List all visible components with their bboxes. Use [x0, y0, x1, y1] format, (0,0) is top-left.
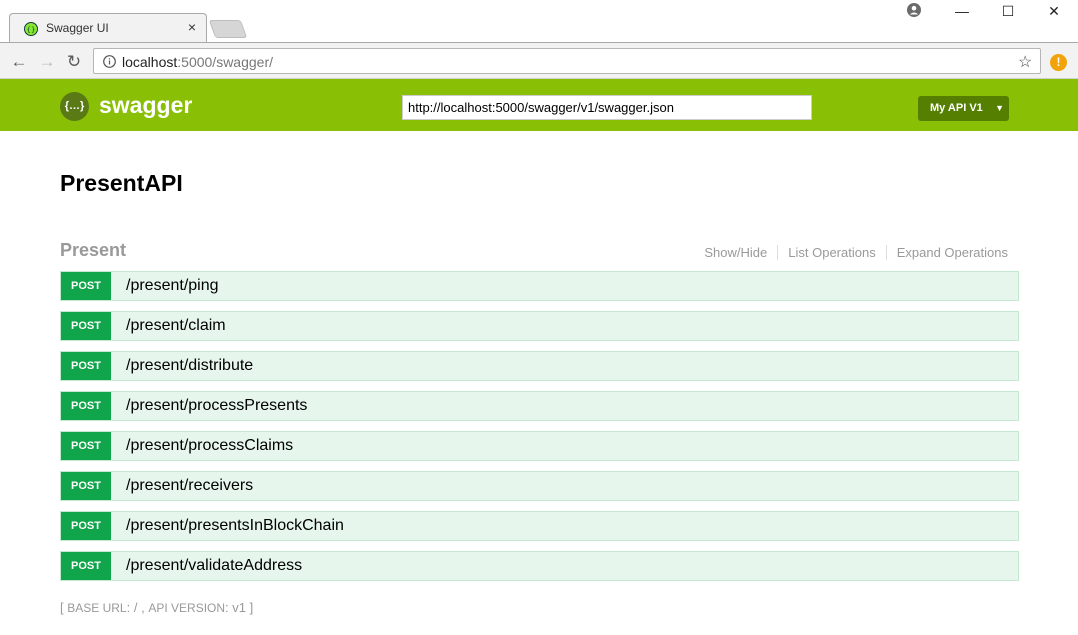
- api-version-label: Api Version: [148, 601, 226, 615]
- base-url-value: /: [133, 600, 138, 615]
- operation-path[interactable]: /present/ping: [126, 277, 219, 295]
- operation-path[interactable]: /present/claim: [126, 317, 226, 335]
- browser-tab[interactable]: {} Swagger UI ×: [9, 13, 207, 43]
- method-badge: POST: [61, 512, 111, 540]
- browser-toolbar: ← → ↻ localhost:5000/swagger/ ☆ !: [0, 42, 1078, 79]
- maximize-button[interactable]: ☐: [985, 0, 1031, 22]
- operation-row[interactable]: POST /present/ping: [60, 271, 1019, 301]
- tab-close-icon[interactable]: ×: [184, 19, 200, 35]
- operation-row[interactable]: POST /present/receivers: [60, 471, 1019, 501]
- svg-text:{}: {}: [27, 26, 36, 34]
- operation-path[interactable]: /present/receivers: [126, 477, 253, 495]
- swagger-header: {…} swagger My API V1 ▼: [0, 79, 1078, 131]
- browser-titlebar: {} Swagger UI × — ☐ ✕: [0, 0, 1078, 43]
- api-version-select-label: My API V1: [930, 102, 983, 114]
- swagger-logo-text[interactable]: swagger: [99, 92, 192, 119]
- url-text[interactable]: localhost:5000/swagger/: [122, 54, 273, 70]
- back-arrow-icon[interactable]: ←: [9, 52, 29, 72]
- address-bar[interactable]: localhost:5000/swagger/ ☆: [93, 48, 1041, 74]
- url-host: localhost: [122, 54, 178, 70]
- minimize-button[interactable]: —: [939, 0, 985, 22]
- operation-path[interactable]: /present/presentsInBlockChain: [126, 517, 344, 535]
- method-badge: POST: [61, 432, 111, 460]
- operation-path[interactable]: /present/processPresents: [126, 397, 307, 415]
- operation-path[interactable]: /present/validateAddress: [126, 557, 302, 575]
- swagger-logo-icon[interactable]: {…}: [60, 92, 89, 121]
- operation-row[interactable]: POST /present/validateAddress: [60, 551, 1019, 581]
- operation-path[interactable]: /present/distribute: [126, 357, 253, 375]
- api-version-select[interactable]: My API V1 ▼: [918, 96, 1009, 121]
- extension-alert-icon[interactable]: !: [1050, 54, 1067, 71]
- operation-row[interactable]: POST /present/claim: [60, 311, 1019, 341]
- resource-actions: Show/Hide List Operations Expand Operati…: [694, 245, 1008, 260]
- resource-name[interactable]: Present: [60, 240, 126, 261]
- method-badge: POST: [61, 352, 111, 380]
- footer-close-bracket: ]: [249, 600, 254, 615]
- forward-arrow-icon[interactable]: →: [37, 52, 57, 72]
- url-path: :5000/swagger/: [177, 54, 273, 70]
- profile-icon[interactable]: [907, 3, 921, 17]
- tab-title: Swagger UI: [46, 21, 109, 35]
- new-tab-button[interactable]: [208, 20, 248, 38]
- bookmark-star-icon[interactable]: ☆: [1018, 52, 1032, 72]
- method-badge: POST: [61, 312, 111, 340]
- footer-open-bracket: [: [60, 600, 64, 615]
- operation-row[interactable]: POST /present/processClaims: [60, 431, 1019, 461]
- footer-separator: ,: [141, 600, 145, 615]
- base-url-label: Base URL: [67, 601, 127, 615]
- operation-row[interactable]: POST /present/distribute: [60, 351, 1019, 381]
- close-window-button[interactable]: ✕: [1031, 0, 1077, 22]
- show-hide-link[interactable]: Show/Hide: [694, 245, 779, 260]
- api-title: PresentAPI: [60, 170, 183, 196]
- operation-row[interactable]: POST /present/processPresents: [60, 391, 1019, 421]
- list-operations-link[interactable]: List Operations: [778, 245, 887, 260]
- method-badge: POST: [61, 552, 111, 580]
- info-icon[interactable]: [103, 55, 116, 68]
- expand-operations-link[interactable]: Expand Operations: [887, 245, 1008, 260]
- operation-path[interactable]: /present/processClaims: [126, 437, 293, 455]
- swagger-favicon-icon: {}: [24, 22, 38, 36]
- operation-row[interactable]: POST /present/presentsInBlockChain: [60, 511, 1019, 541]
- method-badge: POST: [61, 392, 111, 420]
- caret-down-icon: ▼: [995, 103, 1004, 113]
- api-info-footer: [ Base URL: / , Api Version: v1 ]: [60, 600, 254, 615]
- method-badge: POST: [61, 472, 111, 500]
- api-version-value: v1: [232, 600, 246, 615]
- operations-list: POST /present/ping POST /present/claim P…: [60, 271, 1019, 591]
- spec-url-input[interactable]: [402, 95, 812, 120]
- reload-icon[interactable]: ↻: [64, 52, 84, 72]
- method-badge: POST: [61, 272, 111, 300]
